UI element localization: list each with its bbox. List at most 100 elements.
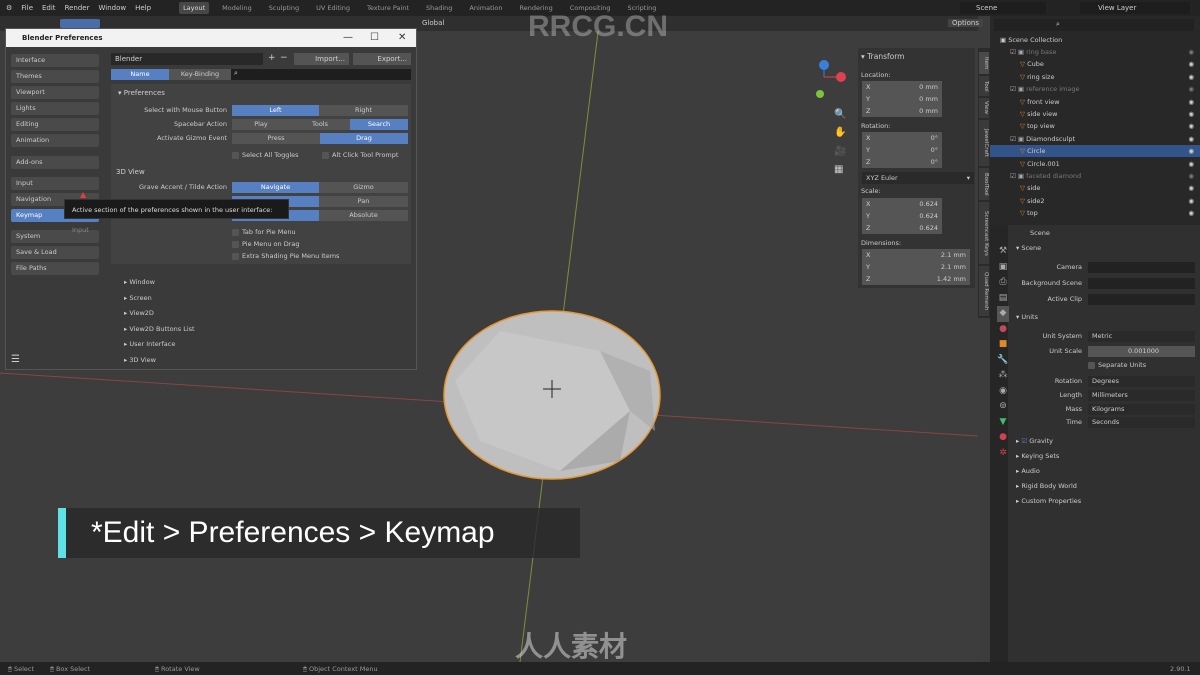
transform-header[interactable]: ▾ Transform — [861, 52, 904, 61]
spacebar-play-option[interactable]: Play — [232, 119, 290, 130]
middle-mouse-pan-option[interactable]: Pan — [319, 196, 408, 207]
preferences-section-header[interactable]: ▾ Preferences — [118, 89, 165, 97]
location-y-field[interactable]: Y 0 mm — [862, 93, 942, 105]
orientation-dropdown[interactable]: Global — [422, 19, 444, 27]
tab-booltool[interactable]: BoolTool — [979, 168, 989, 200]
sidebar-item-file-paths[interactable]: File Paths — [11, 262, 99, 275]
section-view2d[interactable]: ▸ View2D — [124, 309, 154, 317]
section-screen[interactable]: ▸ Screen — [124, 294, 152, 302]
outliner-item[interactable]: ☑ ▣ faceted diamond ◉ — [990, 170, 1200, 182]
section-3d-view[interactable]: ▸ 3D View — [124, 356, 156, 364]
tab-screencast-keys[interactable]: Screencast Keys — [979, 202, 989, 264]
remove-preset-button[interactable]: − — [280, 53, 288, 63]
scale-z-field[interactable]: Z 0.624 — [862, 222, 942, 234]
pie-menu-drag-checkbox[interactable]: Pie Menu on Drag — [232, 240, 300, 248]
data-tab-icon[interactable]: ▼ — [997, 415, 1009, 431]
visibility-eye-icon[interactable]: ◉ — [1188, 120, 1194, 132]
output-tab-icon[interactable]: ⎙ — [997, 275, 1009, 291]
dimensions-z-field[interactable]: Z 1.42 mm — [862, 273, 970, 285]
visibility-eye-icon[interactable]: ◉ — [1188, 46, 1194, 58]
maximize-button[interactable]: ☐ — [370, 32, 379, 43]
rotation-x-field[interactable]: X 0° — [862, 132, 942, 144]
unit-scale-field[interactable]: 0.001000 — [1088, 346, 1195, 357]
menu-file[interactable]: File — [21, 4, 33, 12]
preferences-title-bar[interactable]: Blender Preferences — ☐ ✕ — [6, 29, 416, 47]
outliner-search-icon[interactable]: ⌕ — [1056, 20, 1060, 29]
view-layer-selector[interactable]: View Layer — [1080, 2, 1190, 14]
tab-item[interactable]: Item — [979, 52, 989, 74]
tab-jewelcraft[interactable]: JewelCraft — [979, 120, 989, 166]
material-tab-icon[interactable]: ● — [997, 430, 1009, 446]
units-panel-header[interactable]: ▾ Units — [1016, 313, 1038, 321]
modifier-tab-icon[interactable]: 🔧 — [997, 353, 1009, 369]
outliner-item[interactable]: ☑ ▣ reference image ◉ — [990, 83, 1200, 95]
rigid-body-world-panel[interactable]: ▸ Rigid Body World — [1016, 482, 1077, 490]
render-tab-icon[interactable]: ▣ — [997, 260, 1009, 276]
scene-tab-icon[interactable]: ◆ — [997, 306, 1009, 322]
tab-view[interactable]: View — [979, 98, 989, 118]
location-z-field[interactable]: Z 0 mm — [862, 105, 942, 117]
outliner-item[interactable]: ▽ top ◉ — [990, 207, 1200, 219]
outliner-item[interactable]: ▽ Circle ◉ — [990, 145, 1200, 158]
sidebar-item-lights[interactable]: Lights — [11, 102, 99, 115]
physics-tab-icon[interactable]: ◉ — [997, 384, 1009, 400]
tab-uv-editing[interactable]: UV Editing — [312, 2, 354, 14]
minimize-button[interactable]: — — [343, 32, 353, 43]
scene-selector[interactable]: Scene — [960, 2, 1046, 14]
select-mode-buttons[interactable] — [60, 19, 100, 28]
import-button[interactable]: Import... — [294, 53, 349, 65]
visibility-eye-icon[interactable]: ◉ — [1188, 207, 1194, 219]
tab-quad-remesh[interactable]: Quad Remesh — [979, 266, 989, 316]
add-preset-button[interactable]: + — [268, 53, 276, 63]
spacebar-search-option[interactable]: Search — [350, 119, 408, 130]
camera-field[interactable] — [1088, 262, 1195, 273]
world-tab-icon[interactable]: ● — [997, 322, 1009, 338]
tab-animation[interactable]: Animation — [465, 2, 506, 14]
outliner-item[interactable]: ☑ ▣ Diamondsculpt ◉ — [990, 133, 1200, 145]
section-user-interface[interactable]: ▸ User Interface — [124, 340, 175, 348]
keymap-preset-dropdown[interactable]: Blender — [111, 53, 263, 65]
outliner-item[interactable]: ▽ Circle.001 ◉ — [990, 158, 1200, 170]
tab-pie-menu-checkbox[interactable]: Tab for Pie Menu — [232, 228, 296, 236]
tool-tab-icon[interactable]: ⚒ — [997, 244, 1009, 260]
time-units-dropdown[interactable]: Seconds — [1088, 417, 1195, 428]
scale-y-field[interactable]: Y 0.624 — [862, 210, 942, 222]
gizmo-press-option[interactable]: Press — [232, 133, 320, 144]
menu-render[interactable]: Render — [65, 4, 90, 12]
tab-texture-paint[interactable]: Texture Paint — [363, 2, 413, 14]
visibility-eye-icon[interactable]: ◉ — [1188, 71, 1194, 83]
length-units-dropdown[interactable]: Millimeters — [1088, 390, 1195, 401]
tab-tool[interactable]: Tool — [979, 76, 989, 96]
particles-tab-icon[interactable]: ⁂ — [997, 368, 1009, 384]
sidebar-item-animation[interactable]: Animation — [11, 134, 99, 147]
gizmo-drag-option[interactable]: Drag — [320, 133, 408, 144]
menu-window[interactable]: Window — [98, 4, 126, 12]
active-clip-field[interactable] — [1088, 294, 1195, 305]
visibility-eye-icon[interactable]: ◉ — [1188, 108, 1194, 120]
constraints-tab-icon[interactable]: ⊚ — [997, 399, 1009, 415]
grave-navigate-option[interactable]: Navigate — [232, 182, 319, 193]
blender-logo-icon[interactable]: ⚙ — [6, 4, 12, 12]
location-x-field[interactable]: X 0 mm — [862, 81, 942, 93]
visibility-eye-icon[interactable]: ◉ — [1188, 145, 1194, 157]
section-view2d-buttons[interactable]: ▸ View2D Buttons List — [124, 325, 195, 333]
section-window[interactable]: ▸ Window — [124, 278, 155, 286]
view-layer-tab-icon[interactable]: ▤ — [997, 291, 1009, 307]
gravity-panel[interactable]: ▸ ☑ Gravity — [1016, 437, 1053, 445]
search-by-key-binding-tab[interactable]: Key-Binding — [169, 69, 231, 80]
outliner-item[interactable]: ▽ Cube ◉ — [990, 58, 1200, 70]
texture-tab-icon[interactable]: ✲ — [997, 446, 1009, 462]
outliner-item[interactable]: ▽ side2 ◉ — [990, 195, 1200, 207]
object-tab-icon[interactable]: ■ — [997, 337, 1009, 353]
visibility-eye-icon[interactable]: ◉ — [1188, 83, 1194, 95]
export-button[interactable]: Export... — [353, 53, 411, 65]
tab-layout[interactable]: Layout — [179, 2, 210, 14]
scene-panel-header[interactable]: ▾ Scene — [1016, 244, 1041, 252]
visibility-eye-icon[interactable]: ◉ — [1188, 195, 1194, 207]
select-right-option[interactable]: Right — [319, 105, 408, 116]
outliner-item[interactable]: ▽ front view ◉ — [990, 96, 1200, 108]
zoom-absolute-option[interactable]: Absolute — [319, 210, 408, 221]
hand-pan-icon[interactable]: ✋ — [834, 127, 846, 138]
keymap-search-input[interactable]: ⌕ — [231, 69, 411, 80]
camera-view-icon[interactable]: 🎥 — [834, 146, 846, 157]
